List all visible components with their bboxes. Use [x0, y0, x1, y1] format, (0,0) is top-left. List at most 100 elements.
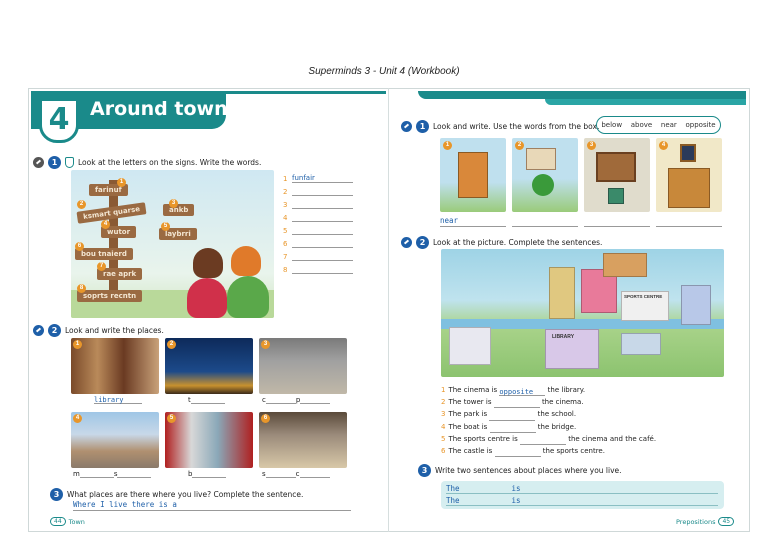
page-number: 44 [50, 517, 66, 526]
preposition-answer-1[interactable]: near [440, 216, 506, 227]
preposition-answer-3[interactable] [584, 216, 650, 227]
picture-number: 4 [659, 141, 668, 150]
writing-line-1[interactable]: The is [446, 484, 718, 494]
answer-field[interactable] [292, 200, 353, 209]
sign-8: soprts recntn [77, 290, 143, 302]
photo-number: 1 [73, 340, 82, 349]
sentence-blank[interactable]: opposite [499, 388, 546, 397]
sign-text: farinuf [95, 186, 122, 194]
exercise-instruction: Look and write the places. [65, 326, 164, 335]
sign-number: 2 [77, 200, 86, 209]
answer-field[interactable] [292, 187, 353, 196]
preposition-picture-2: 2 [512, 138, 578, 212]
sentence-end: the cinema. [541, 398, 584, 407]
boy-body [227, 276, 269, 318]
building-cinema [449, 327, 491, 365]
answer-field[interactable]: library [94, 396, 142, 404]
sentence-item: 1 The cinema is opposite the library. [441, 384, 656, 397]
word-box: below above near opposite [596, 116, 721, 134]
sign-number: 1 [117, 178, 126, 187]
sentence-end: the sports centre. [542, 447, 605, 456]
bridge [621, 333, 661, 355]
sentence-item: 4 The boat is the bridge. [441, 421, 656, 433]
sign-3: ankb [163, 204, 195, 216]
answer-field[interactable] [292, 252, 353, 261]
sentence-start: The boat is [448, 422, 488, 431]
answer-field[interactable] [265, 396, 296, 404]
signpost-illustration: farinuf 1 ksmart quarse 2 ankb 3 wutor 4… [71, 170, 274, 318]
photo-answer-5: b [188, 470, 227, 480]
exercise-number: 3 [50, 488, 63, 501]
photo-number: 5 [167, 414, 176, 423]
line-mid: is [511, 484, 521, 493]
answer-number: 7 [283, 253, 288, 261]
sentence-start: The sports centre is [448, 434, 518, 443]
photo-market-square: 4 [71, 412, 159, 468]
answer-field[interactable] [292, 265, 353, 274]
answer-field[interactable] [292, 226, 353, 235]
pencil-icon [33, 157, 44, 168]
answer-field[interactable] [292, 213, 353, 222]
preposition-answer-4[interactable] [656, 216, 722, 227]
sentence-start: The cinema is [448, 386, 498, 394]
exercise-number: 1 [48, 156, 61, 169]
sentence-number: 6 [441, 447, 446, 456]
answer-field[interactable] [190, 396, 225, 404]
preposition-answer-2[interactable] [512, 216, 578, 227]
sign-number: 8 [77, 284, 86, 293]
answer-field[interactable] [79, 470, 114, 478]
answer-line: 4 [283, 209, 353, 222]
answer-field[interactable] [292, 239, 353, 248]
building-cafe [681, 285, 711, 325]
library-label: LIBRARY [552, 334, 575, 340]
sports-centre-label: SPORTS CENTRE [624, 294, 663, 299]
page-topic: Prepositions [676, 517, 716, 526]
photo-answer-2: t [188, 396, 225, 406]
answer-field[interactable] [265, 470, 296, 478]
answer-line: 3 [283, 196, 353, 209]
sentence-end: the bridge. [537, 422, 577, 431]
girl-body [187, 278, 227, 318]
sentence-start: The castle is [448, 447, 493, 456]
answer-field[interactable]: funfair [292, 174, 353, 183]
sentence-blank[interactable] [494, 449, 541, 458]
sentence-number: 4 [441, 422, 446, 431]
photo-bus-station: 5 [165, 412, 253, 468]
exercise-number: 3 [418, 464, 431, 477]
sign-text: laybrri [165, 230, 191, 238]
exercise-instruction: Write two sentences about places where y… [435, 466, 622, 475]
word-box-item: opposite [685, 121, 716, 129]
writing-line-2[interactable]: The is [446, 496, 718, 506]
sentence-end: the cinema and the café. [568, 434, 657, 443]
page-footer-right: Prepositions 45 [676, 517, 735, 526]
exercise-2-header-right: 2 Look at the picture. Complete the sent… [401, 236, 602, 249]
sentence-blank[interactable] [489, 413, 536, 421]
exercise-3-header-right: 3 Write two sentences about places where… [418, 464, 622, 477]
page-footer-left: 44 Town [50, 517, 85, 526]
pencil-icon [33, 325, 44, 336]
pencil-icon [401, 237, 412, 248]
answer-number: 6 [283, 240, 288, 248]
photo-answer-6: sc [262, 470, 330, 480]
sentence-blank[interactable] [493, 400, 540, 409]
photo-car-park: 3 [259, 338, 347, 394]
sign-number: 7 [97, 262, 106, 271]
preposition-picture-4: 4 [656, 138, 722, 212]
answer-number: 3 [283, 201, 288, 209]
word-box-item: below [601, 121, 623, 129]
word-box-item: near [660, 121, 677, 129]
sentence-blank[interactable] [520, 437, 566, 446]
girl-head [193, 248, 223, 278]
answer-field[interactable] [192, 470, 227, 478]
sentence-answer-field[interactable]: Where I live there is a [73, 500, 351, 511]
sentence-blank[interactable] [489, 425, 536, 433]
exercise-number: 2 [48, 324, 61, 337]
sign-text: ksmart quarse [82, 205, 141, 221]
picture-number: 1 [443, 141, 452, 150]
exercise-instruction: Look at the letters on the signs. Write … [78, 158, 262, 167]
line-mid: is [511, 496, 521, 505]
word-box-item: above [630, 121, 653, 129]
exercise-instruction: Look at the picture. Complete the senten… [433, 238, 603, 247]
line-start: The [446, 496, 460, 505]
line-start: The [446, 484, 460, 493]
